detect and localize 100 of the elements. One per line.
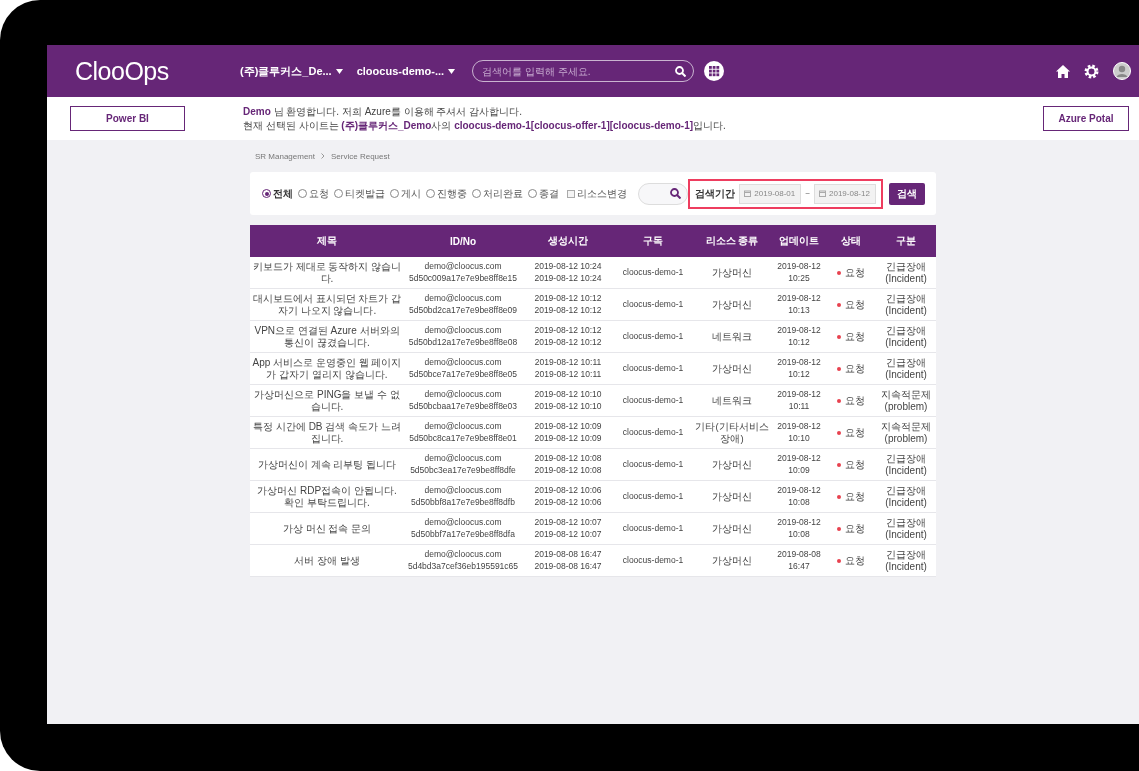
column-header[interactable]: 업데이트 [772,234,826,248]
column-header[interactable]: 제목 [250,234,404,248]
breadcrumb-link[interactable]: SR Management [255,151,316,161]
table-cell-text: 지속적문제 (problem) [880,419,932,446]
status-dot-icon [837,558,841,563]
table-cell-text: 가상머신 RDP접속이 안됩니다. 확인 부탁드립니다. [256,483,398,510]
site-dropdown[interactable]: (주)클루커스_De... [240,63,343,79]
column-header[interactable]: 생성시간 [522,234,614,248]
table-row[interactable]: 키보드가 제대로 동작하지 않습니다. demo@cloocus.com 5d50c009a17e7e9be8ff8e15 2019-08-12 10:24 2019-08-12 10:24 cloocus-demo-1 가상머신 2019-08-12 10:25 요청 긴급장애 (Incident) [250,257,936,289]
table-cell-text: 지속적문제 (problem) [880,387,932,414]
table-cell-text: cloocus-demo-1 [621,297,685,311]
table-cell-text: cloocus-demo-1 [621,489,685,503]
status-label: 요청 [845,426,865,439]
status-label: 요청 [845,362,865,375]
caret-icon [448,68,456,74]
table-row[interactable]: 서버 장애 발생 demo@cloocus.com 5d4bd3a7cef36eb195591c65 2019-08-08 16:47 2019-08-08 16:47 cloocus-demo-1 가상머신 2019-08-08 16:47 요청 긴급장애 (Incident) [250,545,936,577]
table-cell-text: cloocus-demo-1 [621,425,685,439]
search-field[interactable] [638,182,689,205]
status-label: 요청 [845,554,865,567]
table-cell-text: 특정 시간에 DB 검색 속도가 느려집니다. [252,419,402,446]
date-range-label: 검색기간 [695,186,736,201]
status-label: 요청 [845,522,865,535]
table-row[interactable]: 특정 시간에 DB 검색 속도가 느려집니다. demo@cloocus.com 5d50bc8ca17e7e9be8ff8e01 2019-08-12 10:09 2019-08-12 10:09 cloocus-demo-1 기타(기타서비스장애) 2019-08-12 10:10 요청 지속적문제 (problem) [250,417,936,449]
table-cell-text: 2019-08-12 10:07 2019-08-12 10:07 [533,516,603,541]
checkbox[interactable] [567,189,575,198]
table-cell-text: 2019-08-12 10:08 2019-08-12 10:08 [533,452,603,477]
home-icon[interactable] [1056,64,1070,78]
table-cell-text: 2019-08-12 10:10 [776,420,822,445]
chevron-icon [321,153,326,159]
status-dot-icon [837,430,841,435]
table-cell-text: 가상 머신 접속 문의 [281,521,373,536]
calendar-icon [744,190,752,197]
table-cell-text: 긴급장애 (Incident) [884,323,928,350]
table-cell-text: VPN으로 연결된 Azure 서버와의 통신이 끊겼습니다. [253,323,401,350]
welcome-message: Demo 님 환영합니다. 저희 Azure를 이용해 주셔서 감사합니다. [243,104,523,119]
table-cell-text: cloocus-demo-1 [621,457,685,471]
search-icon [675,65,687,77]
table-cell-text: App 서비스로 운영중인 웹 페이지가 갑자기 열리지 않습니다. [251,355,403,382]
radio-label: 처리완료 [483,186,523,201]
column-header[interactable]: 구독 [614,234,692,248]
table-cell-text: 긴급장애 (Incident) [884,355,928,382]
settings-icon[interactable] [1084,63,1099,79]
table-row[interactable]: 가상 머신 접속 문의 demo@cloocus.com 5d50bbf7a17e7e9be8ff8dfa 2019-08-12 10:07 2019-08-12 10:07 cloocus-demo-1 가상머신 2019-08-12 10:08 요청 긴급장애 (Incident) [250,513,936,545]
table-cell-text: 2019-08-12 10:08 [776,516,822,541]
table-cell-text: cloocus-demo-1 [621,361,685,375]
column-header[interactable]: 구분 [876,234,936,248]
table-cell-text: 2019-08-12 10:12 [776,356,822,381]
subscription-dropdown[interactable]: cloocus-demo-... [356,65,456,77]
radio-label: 게시 [401,186,421,201]
table-cell-text: 가상머신 [711,361,753,376]
table-cell-text: 긴급장애 (Incident) [884,547,928,574]
table-cell-text: 가상머신으로 PING을 보낼 수 없습니다. [253,387,401,414]
table-row[interactable]: 가상머신 RDP접속이 안됩니다. 확인 부탁드립니다. demo@cloocus.com 5d50bbf8a17e7e9be8ff8dfb 2019-08-12 10:06 2019-08-12 10:06 cloocus-demo-1 가상머신 2019-08-12 10:08 요청 긴급장애 (Incident) [250,481,936,513]
table-cell-text: 긴급장애 (Incident) [884,291,928,318]
table-cell-text: 2019-08-08 16:47 [776,548,822,573]
welcome-message: 현재 선택된 사이트는 (주)클루커스_Demo사의 cloocus-demo-1[cloocus-offer-1][cloocus-demo-1]입니다. [243,118,727,133]
table-cell-text: 서버 장애 발생 [293,553,361,568]
power-bi-button[interactable]: Power BI [70,106,185,131]
user-avatar-icon[interactable] [1113,62,1131,80]
table-cell-text: demo@cloocus.com 5d4bd3a7cef36eb195591c65 [406,548,520,573]
table-cell-text: 네트워크 [711,393,753,408]
column-header[interactable]: ID/No [404,235,522,247]
table-cell-text: 2019-08-12 10:24 2019-08-12 10:24 [533,260,603,285]
calendar-icon [819,190,826,197]
azure-portal-button[interactable]: Azure Potal [1043,106,1129,131]
table-cell-text: 2019-08-12 10:11 2019-08-12 10:11 [533,356,603,381]
logo: ClooOps [75,56,170,86]
status-dot-icon [837,302,841,307]
table-row[interactable]: 대시보드에서 표시되던 차트가 갑자기 나오지 않습니다. demo@cloocus.com 5d50bd2ca17e7e9be8ff8e09 2019-08-12 10:12 2019-08-12 10:12 cloocus-demo-1 가상머신 2019-08-12 10:13 요청 긴급장애 (Incident) [250,289,936,321]
search-icon [670,188,682,199]
table-cell-text: demo@cloocus.com 5d50bc8ca17e7e9be8ff8e01 [408,420,518,445]
table-cell-text: 가상머신 [711,553,753,568]
search-field[interactable]: 검색어를 입력해 주세요. [472,60,695,82]
table-row[interactable]: VPN으로 연결된 Azure 서버와의 통신이 끊겼습니다. demo@cloocus.com 5d50bd12a17e7e9be8ff8e08 2019-08-12 10:12 2019-08-12 10:12 cloocus-demo-1 네트워크 2019-08-12 10:12 요청 긴급장애 (Incident) [250,321,936,353]
table-cell-text: 가상머신이 계속 리부팅 됩니다 [256,457,398,472]
table-cell-text: 네트워크 [711,329,753,344]
table-cell-text: 가상머신 [711,297,753,312]
table-cell-text: 2019-08-12 10:11 [776,388,822,413]
table-row[interactable]: App 서비스로 운영중인 웹 페이지가 갑자기 열리지 않습니다. demo@cloocus.com 5d50bce7a17e7e9be8ff8e05 2019-08-12 10:11 2019-08-12 10:11 cloocus-demo-1 가상머신 2019-08-12 10:12 요청 긴급장애 (Incident) [250,353,936,385]
table-cell-text: 긴급장애 (Incident) [884,483,928,510]
status-dot-icon [837,494,841,499]
table-cell-text: 2019-08-12 10:25 [776,260,822,285]
table-cell-text: 2019-08-12 10:13 [776,292,822,317]
apps-icon[interactable] [704,61,725,81]
table-cell-text: 키보드가 제대로 동작하지 않습니다. [251,259,403,286]
table-cell-text: demo@cloocus.com 5d50c009a17e7e9be8ff8e15 [407,260,519,285]
table-cell-text: demo@cloocus.com 5d50bcbaa17e7e9be8ff8e03 [407,388,519,413]
column-header[interactable]: 리소스 종류 [692,234,772,248]
table-cell-text: 2019-08-12 10:12 2019-08-12 10:12 [533,324,603,349]
table-row[interactable]: 가상머신이 계속 리부팅 됩니다 demo@cloocus.com 5d50bc3ea17e7e9be8ff8dfe 2019-08-12 10:08 2019-08-12 10:08 cloocus-demo-1 가상머신 2019-08-12 10:09 요청 긴급장애 (Incident) [250,449,936,481]
table-row[interactable]: 가상머신으로 PING을 보낼 수 없습니다. demo@cloocus.com 5d50bcbaa17e7e9be8ff8e03 2019-08-12 10:10 2019-08-12 10:10 cloocus-demo-1 네트워크 2019-08-12 10:11 요청 지속적문제 (problem) [250,385,936,417]
table-cell-text: 2019-08-12 10:09 [776,452,822,477]
table-cell-text: 가상머신 [711,521,753,536]
search-button[interactable]: 검색 [889,182,925,205]
breadcrumb-link[interactable]: Service Request [331,151,390,161]
radio-label: 티켓발급 [345,186,385,201]
table-cell-text: 대시보드에서 표시되던 차트가 갑자기 나오지 않습니다. [251,291,403,318]
table-cell-text: demo@cloocus.com 5d50bbf8a17e7e9be8ff8dfb [410,484,516,509]
column-header[interactable]: 상태 [826,234,876,248]
table-cell-text: 기타(기타서비스장애) [694,419,770,446]
